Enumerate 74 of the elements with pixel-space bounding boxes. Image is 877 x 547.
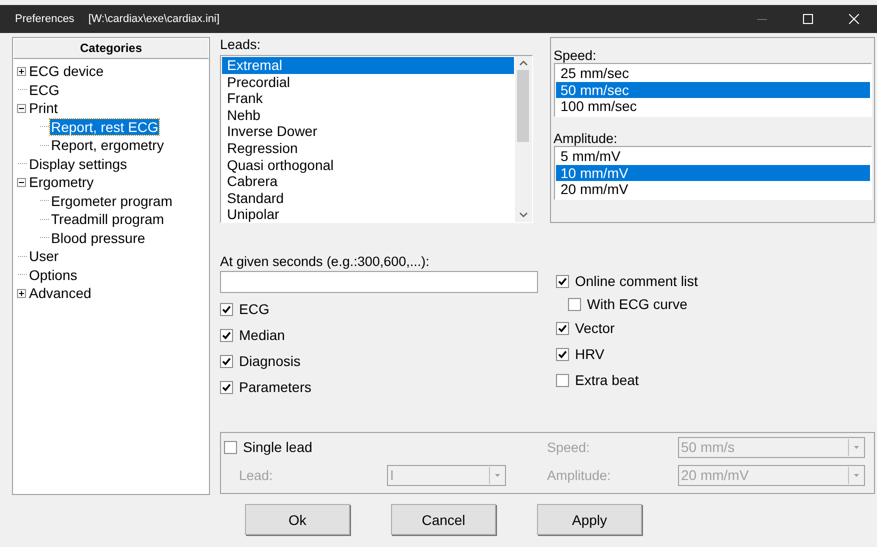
tree-item[interactable]: Treadmill program: [50, 211, 166, 228]
dialog-button[interactable]: Apply: [537, 504, 642, 535]
tree-item[interactable]: Blood pressure: [50, 230, 146, 246]
expand-icon[interactable]: [17, 288, 26, 298]
checkbox-label[interactable]: Single lead: [243, 439, 312, 455]
list-item[interactable]: 5 mm/mV: [556, 148, 870, 165]
scrollbar[interactable]: [514, 56, 532, 222]
list-item[interactable]: Precordial: [222, 74, 514, 90]
tree-item[interactable]: Ergometry: [28, 174, 95, 190]
checkbox[interactable]: [220, 328, 233, 342]
list-item[interactable]: 100 mm/sec: [556, 98, 870, 115]
checkbox-label[interactable]: Extra beat: [575, 372, 639, 388]
collapse-icon[interactable]: [17, 178, 26, 187]
tree-item[interactable]: Display settings: [28, 156, 128, 172]
list-item[interactable]: Cabrera: [222, 173, 514, 190]
checkbox[interactable]: [556, 274, 569, 288]
tree-header: Categories: [13, 38, 209, 59]
leads-label: Leads:: [220, 37, 262, 52]
tree-item[interactable]: ECG device: [28, 63, 105, 80]
checkbox-label[interactable]: ECG: [239, 301, 270, 317]
checkbox-label[interactable]: Vector: [575, 320, 615, 336]
checkbox[interactable]: [220, 302, 233, 316]
lead-label: Lead:: [238, 468, 274, 482]
tree-item[interactable]: Report, ergometry: [50, 137, 165, 154]
collapse-icon[interactable]: [17, 104, 26, 113]
checkbox-label[interactable]: With ECG curve: [587, 296, 688, 312]
seconds-field[interactable]: [220, 271, 538, 293]
list-item[interactable]: 10 mm/mV: [556, 164, 870, 182]
list-box[interactable]: Extremal Precordial Frank Nehb Inverse Dower Regression Quasi orthogonal Cabrera Standard Unipolar: [220, 55, 533, 223]
checkbox-label[interactable]: Diagnosis: [239, 353, 300, 369]
checkbox[interactable]: [220, 354, 233, 368]
list-item[interactable]: Frank: [222, 90, 514, 107]
tree-item[interactable]: Options: [28, 266, 78, 283]
checkbox-label[interactable]: Online comment list: [575, 273, 698, 289]
list-item[interactable]: 20 mm/mV: [556, 181, 870, 198]
list-item[interactable]: Quasi orthogonal: [222, 156, 514, 174]
speed-label: Speed:: [547, 440, 591, 454]
expand-icon[interactable]: [17, 66, 26, 76]
window-title: Preferences: [15, 13, 74, 25]
checkbox[interactable]: [220, 380, 233, 394]
checkbox[interactable]: [224, 440, 237, 454]
list-item[interactable]: 25 mm/sec: [556, 65, 870, 82]
dialog-button[interactable]: Cancel: [391, 504, 496, 535]
amplitude-label: Amplitude:: [547, 468, 612, 482]
amplitude-label: Amplitude:: [554, 131, 618, 146]
file-path: [W:\cardiax\exe\cardiax.ini]: [88, 13, 220, 25]
list-item[interactable]: Standard: [222, 190, 514, 206]
tree-item[interactable]: Advanced: [28, 285, 92, 302]
list-item[interactable]: Regression: [222, 140, 514, 157]
scroll-thumb[interactable]: [517, 70, 530, 142]
checkbox-label[interactable]: Median: [239, 327, 285, 343]
tree-item[interactable]: User: [28, 248, 60, 264]
tree-item[interactable]: Print: [28, 100, 59, 116]
checkbox[interactable]: [568, 298, 581, 310]
checkbox[interactable]: [556, 322, 569, 334]
list-item[interactable]: Inverse Dower: [222, 123, 514, 140]
speed-label: Speed:: [554, 48, 598, 63]
maximize-icon: [803, 14, 813, 24]
checkbox-label[interactable]: HRV: [575, 346, 604, 362]
close-icon: [849, 14, 859, 24]
dialog-button[interactable]: Ok: [245, 504, 350, 535]
list-item[interactable]: Extremal: [222, 57, 514, 74]
tree-item[interactable]: ECG: [28, 82, 60, 98]
list-box[interactable]: 25 mm/sec 50 mm/sec 100 mm/sec: [554, 63, 872, 117]
list-item[interactable]: Nehb: [222, 106, 514, 124]
checkbox[interactable]: [556, 374, 569, 386]
tree-item[interactable]: Ergometer program: [50, 192, 174, 209]
list-item[interactable]: 50 mm/sec: [556, 82, 870, 98]
list-item[interactable]: Unipolar: [222, 206, 514, 223]
seconds-label: At given seconds (e.g.:300,600,...):: [220, 254, 430, 269]
list-box[interactable]: 5 mm/mV 10 mm/mV 20 mm/mV: [554, 146, 872, 200]
tree-item[interactable]: Report, rest ECG: [50, 118, 160, 135]
checkbox[interactable]: [556, 348, 569, 360]
checkbox-label[interactable]: Parameters: [239, 379, 312, 395]
